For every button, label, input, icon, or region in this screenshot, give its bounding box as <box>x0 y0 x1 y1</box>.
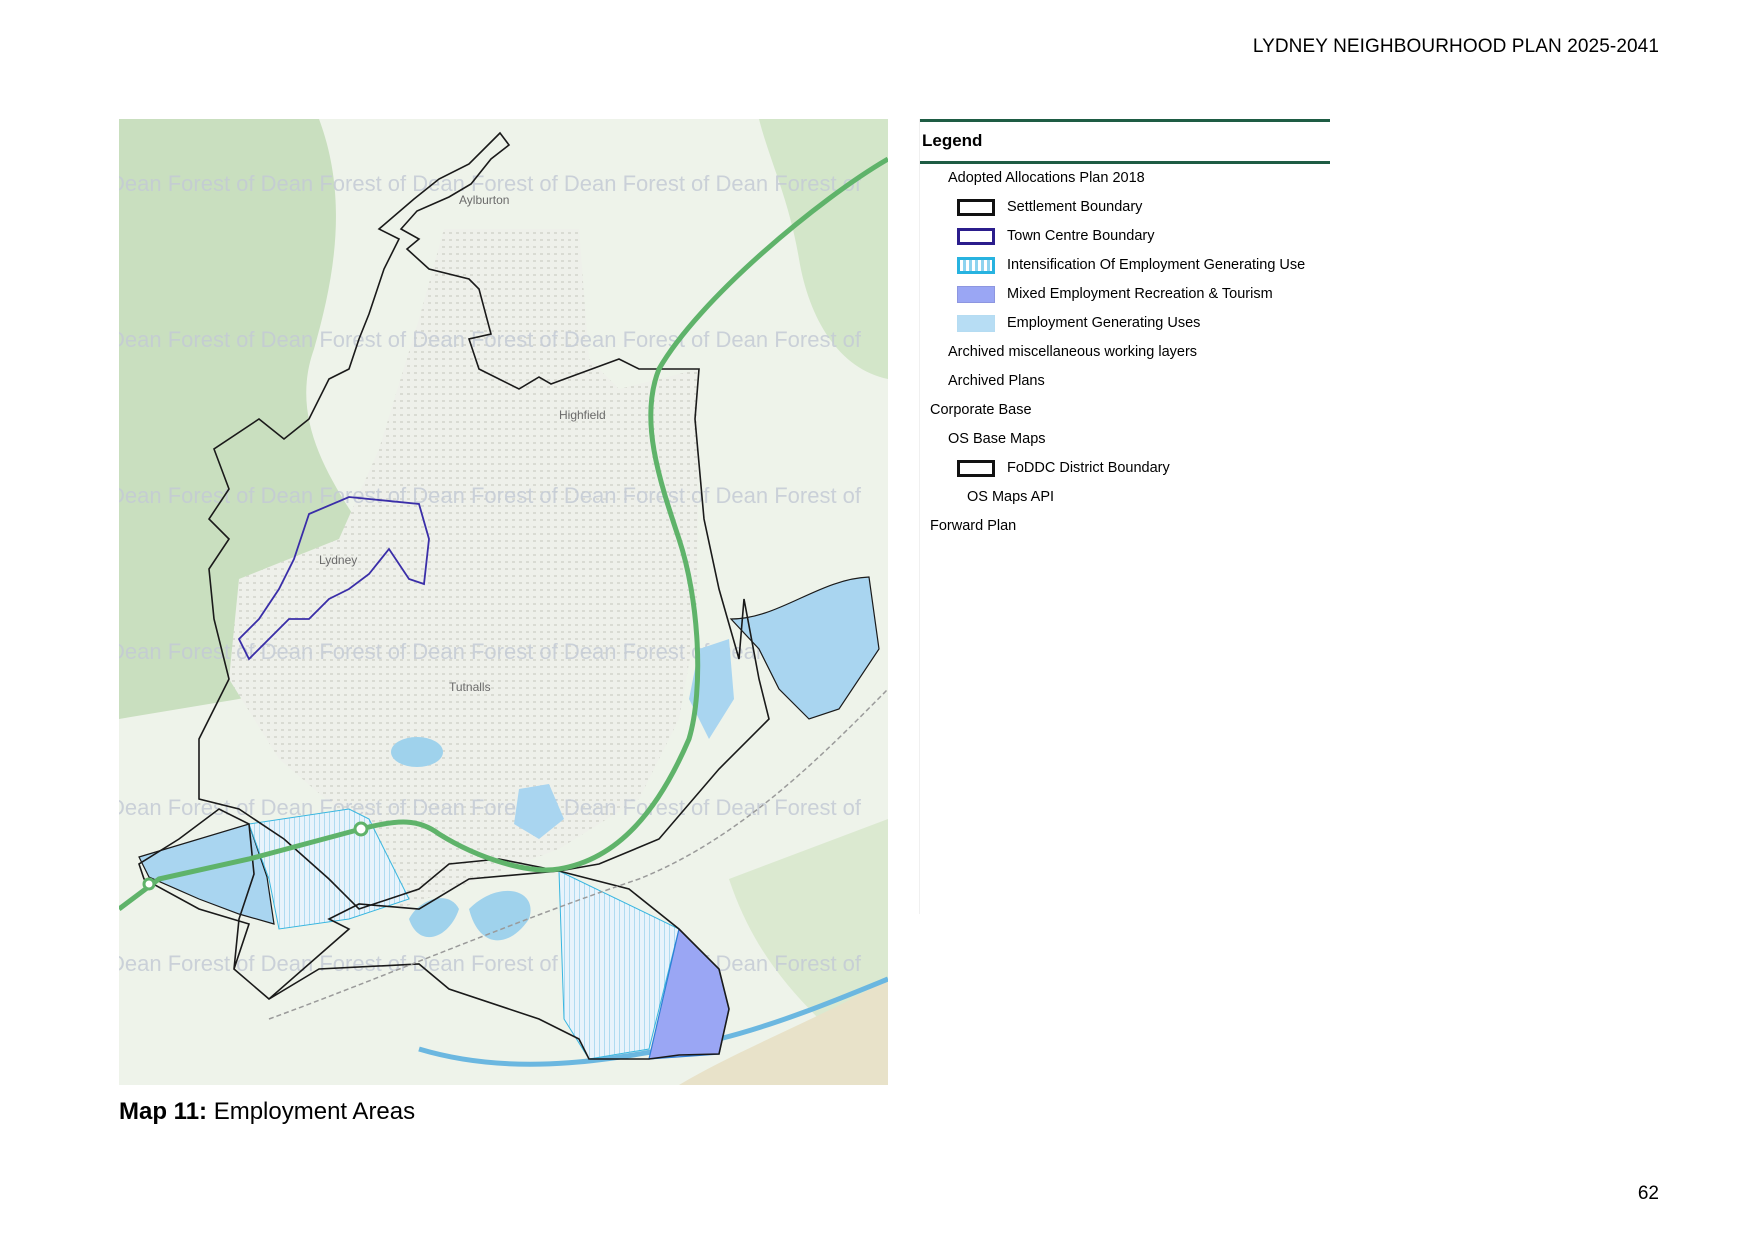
legend-item-adopted-allocations-plan: Adopted Allocations Plan 2018 <box>948 165 1145 191</box>
legend-label: Employment Generating Uses <box>1007 315 1201 331</box>
legend-item-archived-working-layers: Archived miscellaneous working layers <box>948 339 1197 365</box>
legend-item-mixed-employment: Mixed Employment Recreation & Tourism <box>957 281 1273 307</box>
legend-item-district-boundary: FoDDC District Boundary <box>957 455 1170 481</box>
map-watermark: Dean Forest of Dean Forest of Dean Fores… <box>119 639 862 664</box>
legend-label: OS Base Maps <box>948 431 1046 447</box>
legend-label: Intensification Of Employment Generating… <box>1007 257 1306 273</box>
legend-label: FoDDC District Boundary <box>1007 460 1170 476</box>
lake <box>391 737 443 767</box>
legend-item-employment-generating-uses: Employment Generating Uses <box>957 310 1200 336</box>
legend-item-town-centre-boundary: Town Centre Boundary <box>957 223 1155 249</box>
mixed-employment-swatch <box>957 285 995 303</box>
place-label-tutnalls: Tutnalls <box>449 680 491 694</box>
district-boundary-swatch <box>957 459 995 477</box>
legend-label: OS Maps API <box>967 489 1055 505</box>
legend-item-os-maps-api: OS Maps API <box>967 484 1054 510</box>
roundabout <box>142 877 156 891</box>
legend-top-rule <box>920 119 1330 122</box>
map-watermark: Dean Forest of Dean Forest of Dean Fores… <box>119 483 862 508</box>
legend-label: Archived miscellaneous working layers <box>948 344 1198 360</box>
roundabout <box>353 821 369 837</box>
legend-item-intensification: Intensification Of Employment Generating… <box>957 252 1305 278</box>
legend-item-forward-plan: Forward Plan <box>930 513 1016 539</box>
legend-item-corporate-base: Corporate Base <box>930 397 1032 423</box>
legend-label: Forward Plan <box>930 518 1017 534</box>
employment-generating-swatch <box>957 314 995 332</box>
legend-item-archived-plans: Archived Plans <box>948 368 1045 394</box>
legend-title: Legend <box>922 131 983 150</box>
place-label-highfield: Highfield <box>559 408 606 422</box>
settlement-boundary-swatch <box>957 198 995 216</box>
legend-label: Archived Plans <box>948 373 1045 389</box>
legend-title-rule <box>920 161 1330 164</box>
map-caption-text: Employment Areas <box>213 1098 416 1125</box>
employment-areas-map[interactable]: Dean Forest of Dean Forest of Dean Fores… <box>119 119 888 1085</box>
place-label-lydney: Lydney <box>319 553 357 567</box>
town-centre-boundary-swatch <box>957 227 995 245</box>
legend-label: Adopted Allocations Plan 2018 <box>948 170 1145 186</box>
map-caption-label: Map 11: <box>119 1098 208 1125</box>
page-number: 62 <box>1637 1183 1659 1204</box>
page-header-title: LYDNEY NEIGHBOURHOOD PLAN 2025-2041 <box>1252 36 1659 57</box>
map-watermark: Dean Forest of Dean Forest of Dean Fores… <box>119 951 862 976</box>
legend-item-settlement-boundary: Settlement Boundary <box>957 194 1142 220</box>
place-label-aylburton: Aylburton <box>459 193 509 207</box>
legend-label: Settlement Boundary <box>1007 199 1143 215</box>
intensification-swatch <box>957 256 995 274</box>
legend-label: Town Centre Boundary <box>1007 228 1155 244</box>
map-legend: Legend Adopted Allocations Plan 2018 Set… <box>919 119 1330 914</box>
legend-label: Mixed Employment Recreation & Tourism <box>1007 286 1273 302</box>
legend-label: Corporate Base <box>930 402 1032 418</box>
legend-item-os-base-maps: OS Base Maps <box>948 426 1046 452</box>
map-caption: Map 11: Employment Areas <box>119 1098 415 1126</box>
